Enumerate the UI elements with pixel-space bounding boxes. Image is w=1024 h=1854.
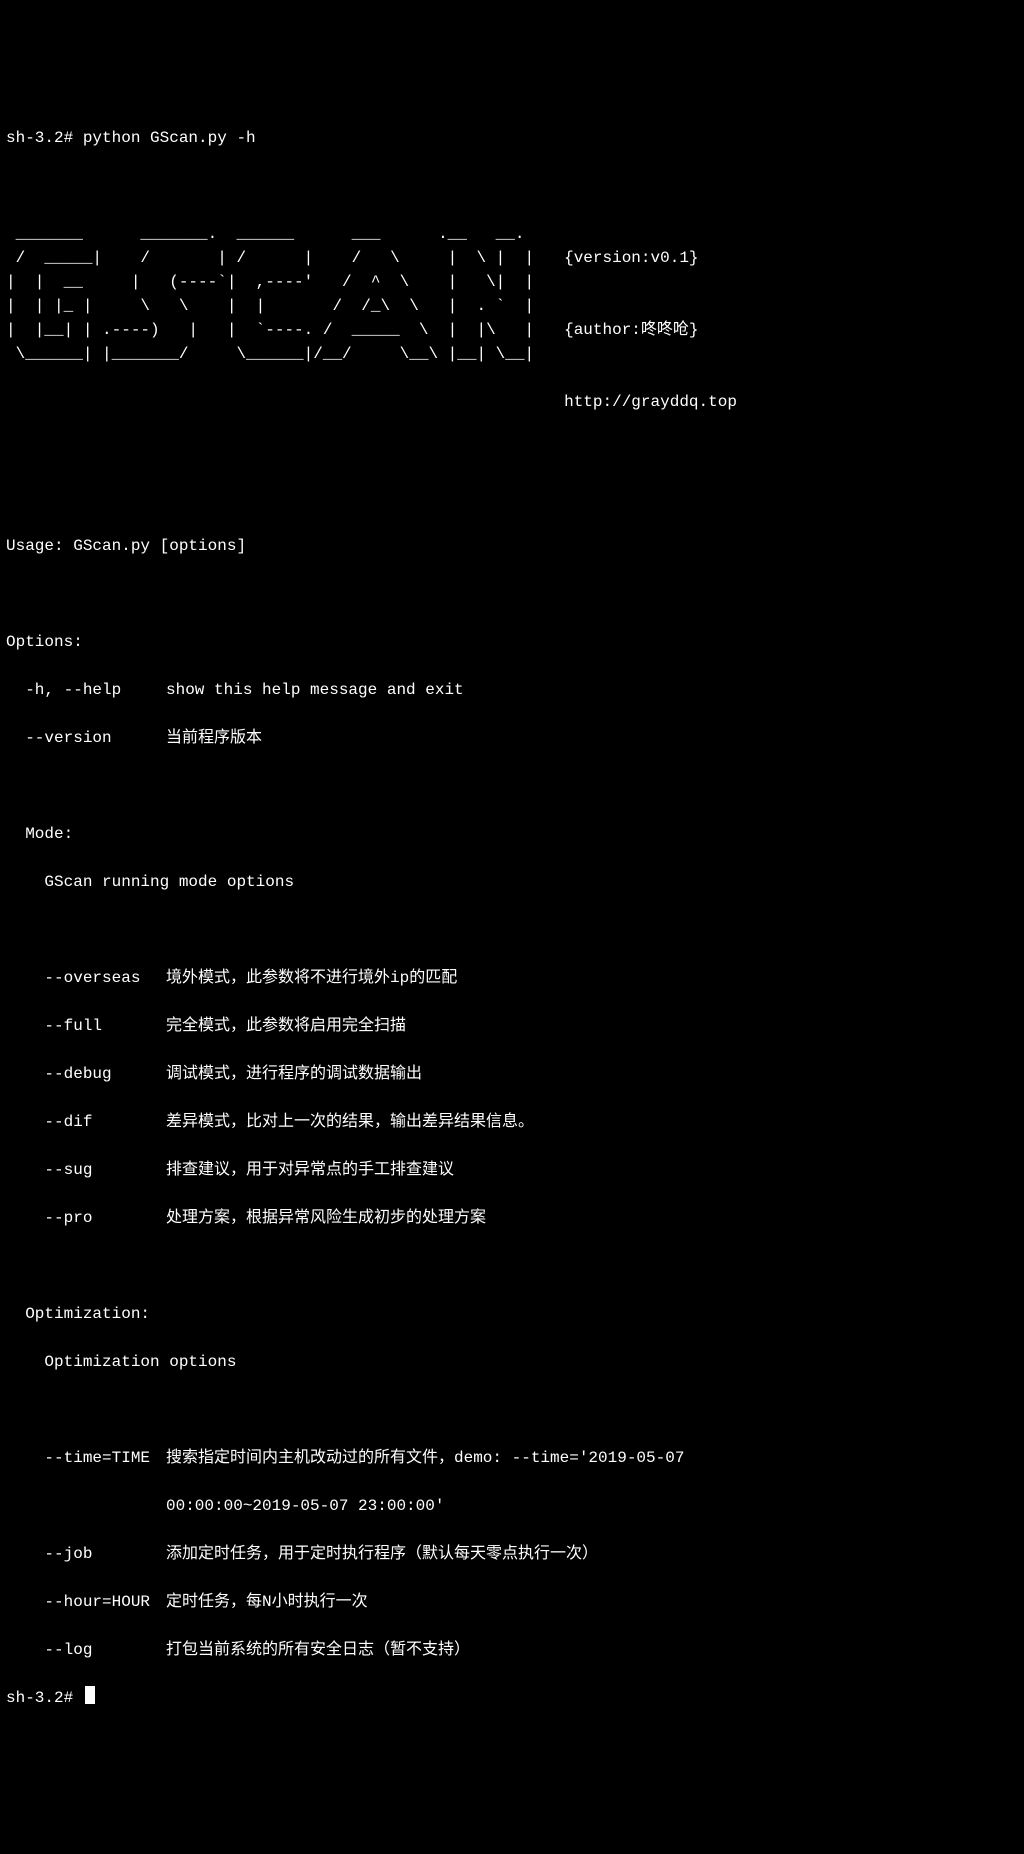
opt-desc: 打包当前系统的所有安全日志（暂不支持） [166,1638,470,1662]
opt-flag-empty [6,1494,166,1518]
opt-flag: --pro [6,1206,166,1230]
cursor-icon [85,1686,95,1704]
opt-flag: --sug [6,1158,166,1182]
opt-desc: 添加定时任务，用于定时执行程序（默认每天零点执行一次） [166,1542,598,1566]
opt-desc: 处理方案，根据异常风险生成初步的处理方案 [166,1206,486,1230]
option-hour: --hour=HOUR定时任务，每N小时执行一次 [6,1590,1018,1614]
version-line: {version:v0.1} [564,249,698,267]
opt-desc: 搜索指定时间内主机改动过的所有文件，demo: --time='2019-05-… [166,1446,684,1470]
opt-flag: --debug [6,1062,166,1086]
final-prompt-line[interactable]: sh-3.2# [6,1686,1018,1710]
usage-line: Usage: GScan.py [options] [6,534,1018,558]
option-version: --version当前程序版本 [6,726,1018,750]
typed-command: python GScan.py -h [83,126,256,150]
url-line: http://grayddq.top [564,393,737,411]
opt-flag: --log [6,1638,166,1662]
opt-flag: --job [6,1542,166,1566]
option-overseas: --overseas境外模式，此参数将不进行境外ip的匹配 [6,966,1018,990]
optimization-header: Optimization: [6,1302,1018,1326]
opt-flag: --dif [6,1110,166,1134]
option-pro: --pro处理方案，根据异常风险生成初步的处理方案 [6,1206,1018,1230]
author-line: {author:咚咚呛} [564,321,698,339]
terminal-output: sh-3.2# python GScan.py -h _______ _____… [6,102,1018,1734]
shell-prompt: sh-3.2# [6,126,83,150]
opt-desc: 完全模式，此参数将启用完全扫描 [166,1014,406,1038]
command-line: sh-3.2# python GScan.py -h [6,126,1018,150]
opt-desc: show this help message and exit [166,678,464,702]
option-debug: --debug调试模式，进行程序的调试数据输出 [6,1062,1018,1086]
opt-desc: 定时任务，每N小时执行一次 [166,1590,368,1614]
option-time-cont: 00:00:00~2019-05-07 23:00:00' [6,1494,1018,1518]
opt-flag: --overseas [6,966,166,990]
mode-header: Mode: [6,822,1018,846]
ascii-banner: _______ _______. ______ ___ .__ __. / __… [6,222,1018,414]
opt-flag: -h, --help [6,678,166,702]
opt-desc: 排查建议，用于对异常点的手工排查建议 [166,1158,454,1182]
option-job: --job添加定时任务，用于定时执行程序（默认每天零点执行一次） [6,1542,1018,1566]
opt-flag: --hour=HOUR [6,1590,166,1614]
opt-desc: 境外模式，此参数将不进行境外ip的匹配 [166,966,457,990]
shell-prompt: sh-3.2# [6,1686,83,1710]
opt-desc: 差异模式，比对上一次的结果，输出差异结果信息。 [166,1110,534,1134]
ascii-logo: _______ _______. ______ ___ .__ __. / __… [6,222,534,366]
opt-desc: 00:00:00~2019-05-07 23:00:00' [166,1494,444,1518]
opt-flag: --full [6,1014,166,1038]
option-time: --time=TIME搜索指定时间内主机改动过的所有文件，demo: --tim… [6,1446,1018,1470]
opt-desc: 调试模式，进行程序的调试数据输出 [166,1062,422,1086]
option-dif: --dif差异模式，比对上一次的结果，输出差异结果信息。 [6,1110,1018,1134]
opt-flag: --time=TIME [6,1446,166,1470]
option-full: --full完全模式，此参数将启用完全扫描 [6,1014,1018,1038]
ascii-meta: {version:v0.1} {author:咚咚呛} http://grayd… [564,222,737,414]
opt-desc: 当前程序版本 [166,726,262,750]
opt-flag: --version [6,726,166,750]
options-header: Options: [6,630,1018,654]
option-sug: --sug排查建议，用于对异常点的手工排查建议 [6,1158,1018,1182]
optimization-subheader: Optimization options [6,1350,1018,1374]
option-log: --log打包当前系统的所有安全日志（暂不支持） [6,1638,1018,1662]
option-help: -h, --helpshow this help message and exi… [6,678,1018,702]
mode-subheader: GScan running mode options [6,870,1018,894]
